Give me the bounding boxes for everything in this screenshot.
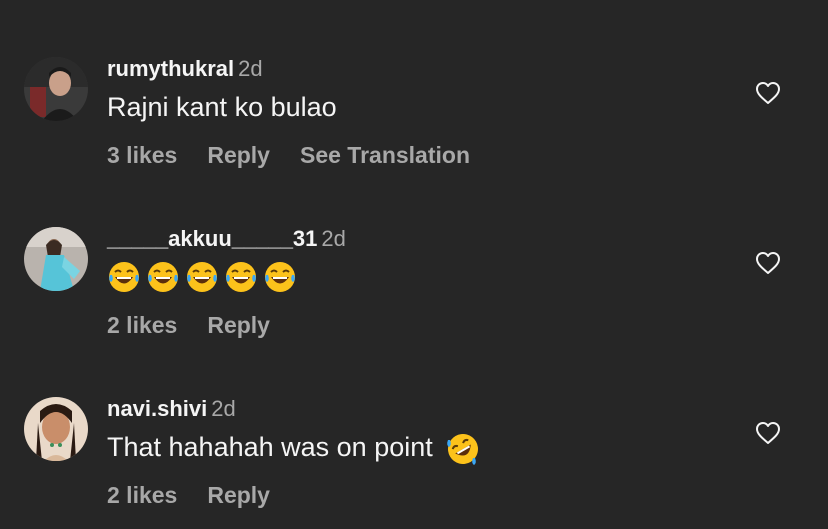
likes-count[interactable]: 2 likes [107,311,177,339]
emoji-row [107,260,297,294]
timestamp: 2d [321,226,346,251]
avatar[interactable] [24,397,88,461]
username[interactable]: _____akkuu_____31 [107,226,317,251]
face-with-tears-of-joy-icon [185,260,219,294]
comment-header: _____akkuu_____31 2d [107,226,346,252]
comment-item: navi.shivi 2d That hahahah was on point 2… [0,0,828,508]
comment-text [107,259,297,294]
reply-button[interactable]: Reply [207,481,270,509]
comment-actions: 2 likes Reply [107,311,300,339]
avatar[interactable] [24,227,88,291]
comment-text-content: That hahahah was on point [107,432,433,462]
user-avatar-icon [24,227,88,291]
reply-button[interactable]: Reply [207,311,270,339]
likes-count[interactable]: 2 likes [107,481,177,509]
comment-text: That hahahah was on point [107,431,480,466]
user-avatar-icon [24,397,88,461]
timestamp: 2d [211,396,236,421]
face-with-tears-of-joy-icon [224,260,258,294]
face-with-tears-of-joy-icon [146,260,180,294]
heart-outline-icon[interactable] [755,251,781,275]
face-with-tears-of-joy-icon [107,260,141,294]
comment-header: navi.shivi 2d [107,396,236,422]
heart-outline-icon[interactable] [755,421,781,445]
face-with-tears-of-joy-icon [263,260,297,294]
comment-actions: 2 likes Reply [107,481,300,509]
rolling-on-the-floor-laughing-icon [446,432,480,466]
username[interactable]: navi.shivi [107,396,207,421]
